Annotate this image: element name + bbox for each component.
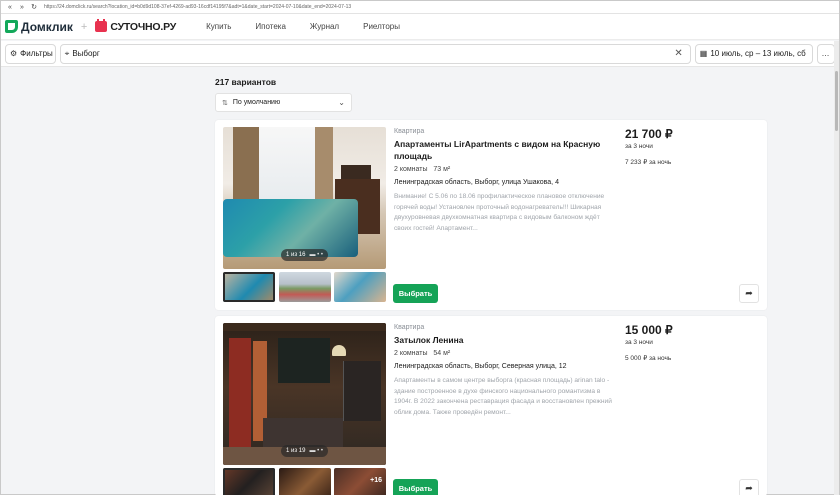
filters-button[interactable]: ⚙ Фильтры — [5, 43, 56, 64]
scrollbar-thumb[interactable] — [835, 71, 838, 131]
price-per-night: 5 000 ₽ за ночь — [625, 355, 672, 362]
listing-description: Апартаменты в самом центре выборга (крас… — [394, 377, 612, 416]
clear-icon[interactable]: ✕ — [674, 48, 682, 59]
photo-counter-text: 1 из 16 — [286, 252, 306, 258]
menu-item-realtors[interactable]: Риелторы — [363, 22, 400, 31]
calendar-icon — [95, 19, 108, 32]
menu-item-buy[interactable]: Купить — [206, 22, 231, 31]
sort-value: По умолчанию — [232, 99, 281, 106]
dates-picker[interactable]: ▦ 10 июль, ср – 13 июль, сб — [694, 43, 814, 64]
price-box: 21 700 ₽ за 3 ночи 7 233 ₽ за ночь — [625, 127, 673, 166]
main-menu: Купить Ипотека Журнал Риелторы — [206, 22, 424, 31]
nights-label: за 3 ночи — [625, 339, 653, 346]
sliders-icon: ⚙ — [10, 49, 18, 58]
listing-address: Ленинградская область, Выборг, улица Уша… — [394, 179, 559, 186]
photo-table — [263, 418, 343, 448]
listing-card[interactable]: 1 из 19 ▬ • • +16 Квартира Затылок Ленина… — [215, 316, 767, 495]
guests-picker[interactable]: … — [817, 43, 835, 64]
photo-lamp — [332, 345, 346, 356]
listing-rooms: 2 комнаты 54 м² — [394, 350, 614, 357]
plus-separator: + — [80, 20, 88, 33]
search-value: Выборг — [72, 49, 100, 58]
back-icon[interactable]: « — [4, 4, 16, 11]
menu-item-mortgage[interactable]: Ипотека — [255, 22, 286, 31]
photo-tv — [341, 165, 371, 179]
calendar-icon: ▦ — [699, 49, 708, 58]
photo-thumbnails: +16 — [223, 468, 386, 495]
listing-photo[interactable]: 1 из 19 ▬ • • — [223, 323, 386, 465]
price-per-night: 7 233 ₽ за ночь — [625, 159, 672, 166]
more-photos-count: +16 — [370, 477, 382, 484]
listing-rooms: 2 комнаты 73 м² — [394, 166, 614, 173]
chevron-down-icon: ⌄ — [338, 98, 345, 107]
photo-thumbnails — [223, 272, 386, 302]
listing-title[interactable]: Затылок Ленина — [394, 334, 614, 346]
reload-icon[interactable]: ↻ — [28, 3, 40, 11]
photo-window — [253, 127, 323, 199]
photo-chalkboard — [278, 338, 330, 383]
listing-info: Квартира Затылок Ленина 2 комнаты 54 м² … — [394, 324, 614, 418]
browser-address-bar: « » ↻ https://24.domclick.ru/search?loca… — [1, 1, 839, 14]
share-icon[interactable]: ➦ — [739, 479, 759, 495]
thumbnail[interactable] — [223, 468, 275, 495]
thumbnail[interactable] — [278, 468, 331, 495]
sutochno-logo-text: СУТОЧНО.РУ — [110, 20, 177, 33]
total-price: 15 000 ₽ — [625, 323, 673, 337]
thumbnail[interactable] — [278, 272, 331, 302]
guests-value: … — [821, 49, 830, 58]
pagination-dots: ▬ • • — [309, 448, 323, 454]
filters-label: Фильтры — [20, 49, 53, 58]
listing-info: Квартира Апартаменты LirApartments с вид… — [394, 128, 614, 234]
area: 73 м² — [433, 166, 451, 173]
price-box: 15 000 ₽ за 3 ночи 5 000 ₽ за ночь — [625, 323, 673, 362]
location-pin-icon: ⌖ — [64, 48, 70, 58]
sutochno-logo[interactable]: СУТОЧНО.РУ — [95, 19, 177, 33]
dates-value: 10 июль, ср – 13 июль, сб — [710, 49, 806, 58]
listing-title[interactable]: Апартаменты LirApartments с видом на Кра… — [394, 138, 614, 162]
nights-label: за 3 ночи — [625, 143, 653, 150]
listing-description: Внимание! С 5.06 по 18.06 профилактическ… — [394, 193, 605, 232]
domclick-logo-icon — [5, 20, 18, 33]
thumbnail[interactable] — [223, 272, 275, 302]
filter-bar: ⚙ Фильтры ⌖ Выборг ✕ ▦ 10 июль, ср – 13 июль… — [1, 41, 839, 67]
rooms-count: 2 комнаты — [394, 350, 428, 357]
choose-button[interactable]: Выбрать — [393, 479, 438, 495]
area: 54 м² — [433, 350, 451, 357]
thumbnail[interactable]: +16 — [334, 468, 386, 495]
location-search-input[interactable]: ⌖ Выборг ✕ — [59, 43, 691, 64]
photo-shelf — [343, 361, 381, 421]
sort-select[interactable]: ⇅ По умолчанию ⌄ — [215, 93, 352, 112]
top-navigation: Домклик + СУТОЧНО.РУ Купить Ипотека Журн… — [1, 14, 839, 40]
photo-curtain — [315, 127, 333, 207]
rooms-count: 2 комнаты — [394, 166, 428, 173]
listing-type: Квартира — [394, 128, 425, 135]
thumbnail[interactable] — [334, 272, 386, 302]
photo-beam — [223, 323, 386, 331]
forward-icon[interactable]: » — [16, 4, 28, 11]
choose-button[interactable]: Выбрать — [393, 284, 438, 303]
page-scrollbar[interactable] — [834, 41, 839, 495]
photo-counter-text: 1 из 19 — [286, 448, 306, 454]
menu-item-journal[interactable]: Журнал — [310, 22, 339, 31]
sort-icon: ⇅ — [222, 99, 228, 107]
listing-type: Квартира — [394, 324, 425, 331]
listing-address: Ленинградская область, Выборг, Северная … — [394, 363, 567, 370]
pagination-dots: ▬ • • — [309, 252, 323, 258]
photo-counter: 1 из 19 ▬ • • — [281, 445, 328, 457]
listing-photo[interactable]: 1 из 16 ▬ • • — [223, 127, 386, 269]
address-url[interactable]: https://24.domclick.ru/search?location_i… — [44, 4, 351, 10]
photo-curtain — [229, 338, 251, 448]
domclick-logo[interactable]: Домклик — [5, 20, 73, 34]
share-icon[interactable]: ➦ — [739, 284, 759, 303]
photo-counter: 1 из 16 ▬ • • — [281, 249, 328, 261]
listing-card[interactable]: 1 из 16 ▬ • • Квартира Апартаменты LirApa… — [215, 120, 767, 310]
results-count: 217 вариантов — [215, 77, 277, 87]
domclick-logo-text: Домклик — [21, 19, 73, 34]
total-price: 21 700 ₽ — [625, 127, 673, 141]
